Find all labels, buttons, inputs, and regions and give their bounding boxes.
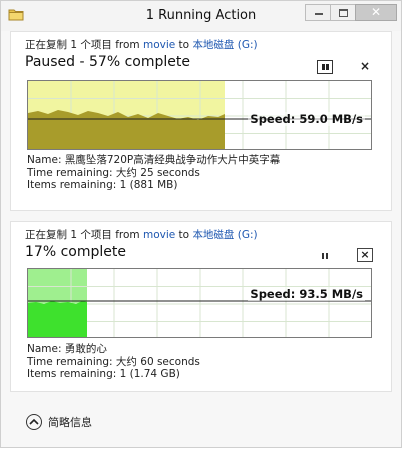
time-remaining: Time remaining: 大约 60 seconds — [27, 355, 200, 368]
minimize-icon — [315, 13, 323, 15]
file-name: Name: 勇敢的心 — [27, 343, 107, 355]
time-remaining: Time remaining: 大约 25 seconds — [27, 166, 200, 179]
cancel-button[interactable]: × — [357, 248, 373, 262]
speed-readout: Speed: 93.5 MB/s — [248, 287, 365, 301]
to-word: to — [175, 229, 193, 241]
window-controls: ✕ — [305, 4, 397, 22]
to-word: to — [175, 39, 193, 51]
speed-readout: Speed: 59.0 MB/s — [248, 112, 365, 126]
file-name: Name: 黑鹰坠落720P高清经典战争动作大片中英字幕 — [27, 154, 281, 166]
maximize-icon — [339, 9, 348, 17]
source-link[interactable]: movie — [143, 39, 175, 51]
dialog-footer: 简略信息 — [1, 405, 401, 435]
copy-prefix: 正在复制 1 个项目 from — [25, 229, 143, 241]
cancel-button[interactable]: × — [357, 60, 373, 74]
fewer-details-label: 简略信息 — [48, 416, 92, 429]
progress-status: 17% complete — [25, 244, 126, 260]
copy-description: 正在复制 1 个项目 from movie to 本地磁盘 (G:) — [25, 227, 258, 242]
pause-icon-bar — [326, 64, 329, 70]
copy-description: 正在复制 1 个项目 from movie to 本地磁盘 (G:) — [25, 37, 258, 52]
progress-status: Paused - 57% complete — [25, 54, 190, 70]
pause-icon — [322, 253, 324, 259]
maximize-button[interactable] — [330, 4, 356, 21]
fewer-details-button[interactable]: 简略信息 — [26, 414, 92, 430]
transfer-details: Name: 勇敢的心 Time remaining: 大约 60 seconds… — [27, 343, 200, 381]
pause-icon — [322, 64, 325, 70]
close-icon: ✕ — [370, 5, 382, 19]
items-remaining: Items remaining: 1 (1.74 GB) — [27, 368, 180, 380]
transfer-details: Name: 黑鹰坠落720P高清经典战争动作大片中英字幕 Time remain… — [27, 154, 280, 192]
copy-operation-2: 正在复制 1 个项目 from movie to 本地磁盘 (G:) 17% c… — [10, 221, 392, 392]
items-remaining: Items remaining: 1 (881 MB) — [27, 179, 178, 191]
close-window-button[interactable]: ✕ — [355, 4, 397, 21]
source-link[interactable]: movie — [143, 229, 175, 241]
destination-link[interactable]: 本地磁盘 (G:) — [192, 39, 257, 51]
pause-button[interactable] — [317, 249, 333, 263]
pause-button[interactable] — [317, 60, 333, 74]
copy-dialog-window: 1 Running Action ✕ 正在复制 1 个项目 from movie… — [0, 0, 402, 448]
speed-graph: Speed: 59.0 MB/s — [27, 80, 372, 150]
chevron-up-icon — [26, 414, 42, 430]
speed-graph-svg — [28, 269, 371, 337]
title-bar[interactable]: 1 Running Action ✕ — [1, 1, 401, 31]
pause-icon-bar — [326, 253, 328, 259]
destination-link[interactable]: 本地磁盘 (G:) — [192, 229, 257, 241]
transfer-area — [28, 301, 87, 337]
copy-operation-1: 正在复制 1 个项目 from movie to 本地磁盘 (G:) Pause… — [10, 31, 392, 211]
speed-graph: Speed: 93.5 MB/s — [27, 268, 372, 338]
copy-prefix: 正在复制 1 个项目 from — [25, 39, 143, 51]
minimize-button[interactable] — [305, 4, 331, 21]
